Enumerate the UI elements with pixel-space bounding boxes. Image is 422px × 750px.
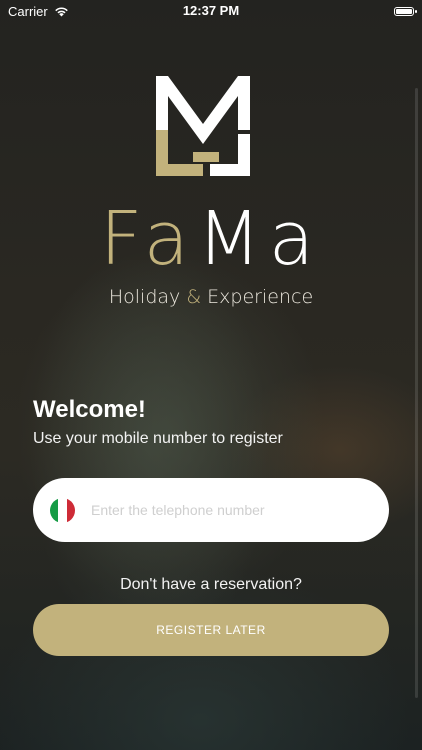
status-bar: Carrier 12:37 PM <box>0 0 422 22</box>
tagline-post: Experience <box>201 286 314 308</box>
scrollbar[interactable] <box>415 88 418 698</box>
phone-field[interactable] <box>33 478 389 542</box>
status-time: 12:37 PM <box>182 3 240 18</box>
phone-input[interactable] <box>89 501 373 519</box>
welcome-subtitle: Use your mobile number to register <box>33 430 283 447</box>
tagline-amp: & <box>186 286 202 308</box>
tagline: Holiday & Experience <box>0 286 422 308</box>
brand-wordmark: Fa Ma <box>0 196 422 276</box>
italy-flag-icon[interactable] <box>50 497 75 523</box>
battery-icon <box>394 6 417 16</box>
brand-ma: Ma <box>196 196 323 282</box>
reservation-prompt: Don't have a reservation? <box>120 576 302 593</box>
tagline-pre: Holiday <box>108 286 187 308</box>
fama-logo-icon <box>156 76 250 176</box>
welcome-title: Welcome! <box>33 396 146 423</box>
brand-fa: Fa <box>99 196 197 282</box>
register-later-button[interactable]: REGISTER LATER <box>33 604 389 656</box>
